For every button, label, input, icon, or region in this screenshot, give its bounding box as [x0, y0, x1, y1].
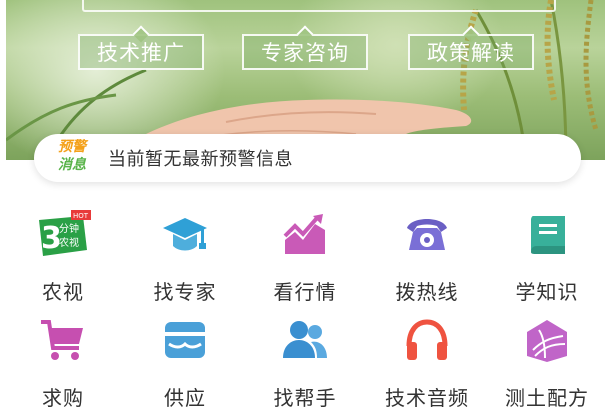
menu-label: 测土配方: [505, 386, 589, 410]
storefront-icon: [161, 316, 209, 364]
tv-badge-line-1: 分钟: [59, 222, 79, 235]
menu-label: 供应: [164, 386, 206, 410]
people-icon: [281, 316, 329, 364]
menu-item-market-trend[interactable]: 看行情: [250, 210, 360, 305]
tag-expert-consult[interactable]: 专家咨询: [242, 34, 368, 70]
tag-policy-reading[interactable]: 政策解读: [408, 34, 534, 70]
graduation-cap-icon: [161, 210, 209, 258]
3min-tv-icon: 3 分钟 农视 HOT: [39, 210, 91, 258]
shopping-cart-icon: [39, 316, 87, 364]
headphones-icon: [403, 316, 451, 364]
menu-label: 农视: [42, 280, 84, 304]
banner-top-frame: [82, 0, 556, 12]
menu-label: 找专家: [153, 280, 217, 304]
menu-item-soil-formula[interactable]: 测土配方: [492, 316, 602, 411]
menu-item-find-expert[interactable]: 找专家: [130, 210, 240, 305]
menu-item-find-helper[interactable]: 找帮手: [250, 316, 360, 411]
warning-bar[interactable]: 预警 消息 当前暂无最新预警信息: [34, 134, 581, 182]
menu-item-learn[interactable]: 学知识: [492, 210, 602, 305]
telephone-icon: [403, 210, 451, 258]
tv-badge-line-2: 农视: [59, 236, 79, 249]
trend-chart-icon: [281, 210, 329, 258]
warning-badge-icon: 预警 消息: [58, 138, 94, 178]
menu-item-purchase[interactable]: 求购: [8, 316, 118, 411]
menu-item-supply[interactable]: 供应: [130, 316, 240, 411]
menu-item-farm-tv[interactable]: 3 分钟 农视 HOT 农视: [8, 210, 118, 305]
tag-tech-promotion[interactable]: 技术推广: [78, 34, 204, 70]
warning-badge-top: 预警: [58, 139, 86, 155]
menu-label: 学知识: [515, 280, 579, 304]
menu-label: 求购: [42, 386, 84, 410]
menu-label: 拨热线: [395, 280, 459, 304]
menu-item-hotline[interactable]: 拨热线: [372, 210, 482, 305]
menu-item-tech-audio[interactable]: 技术音频: [372, 316, 482, 411]
soil-test-icon: [523, 316, 571, 364]
menu-label: 技术音频: [385, 386, 469, 410]
warning-badge-bottom: 消息: [58, 157, 86, 173]
warning-message: 当前暂无最新预警信息: [108, 149, 293, 170]
menu-label: 找帮手: [273, 386, 337, 410]
book-icon: [523, 210, 571, 258]
menu-label: 看行情: [273, 280, 337, 304]
hot-badge: HOT: [73, 212, 89, 220]
